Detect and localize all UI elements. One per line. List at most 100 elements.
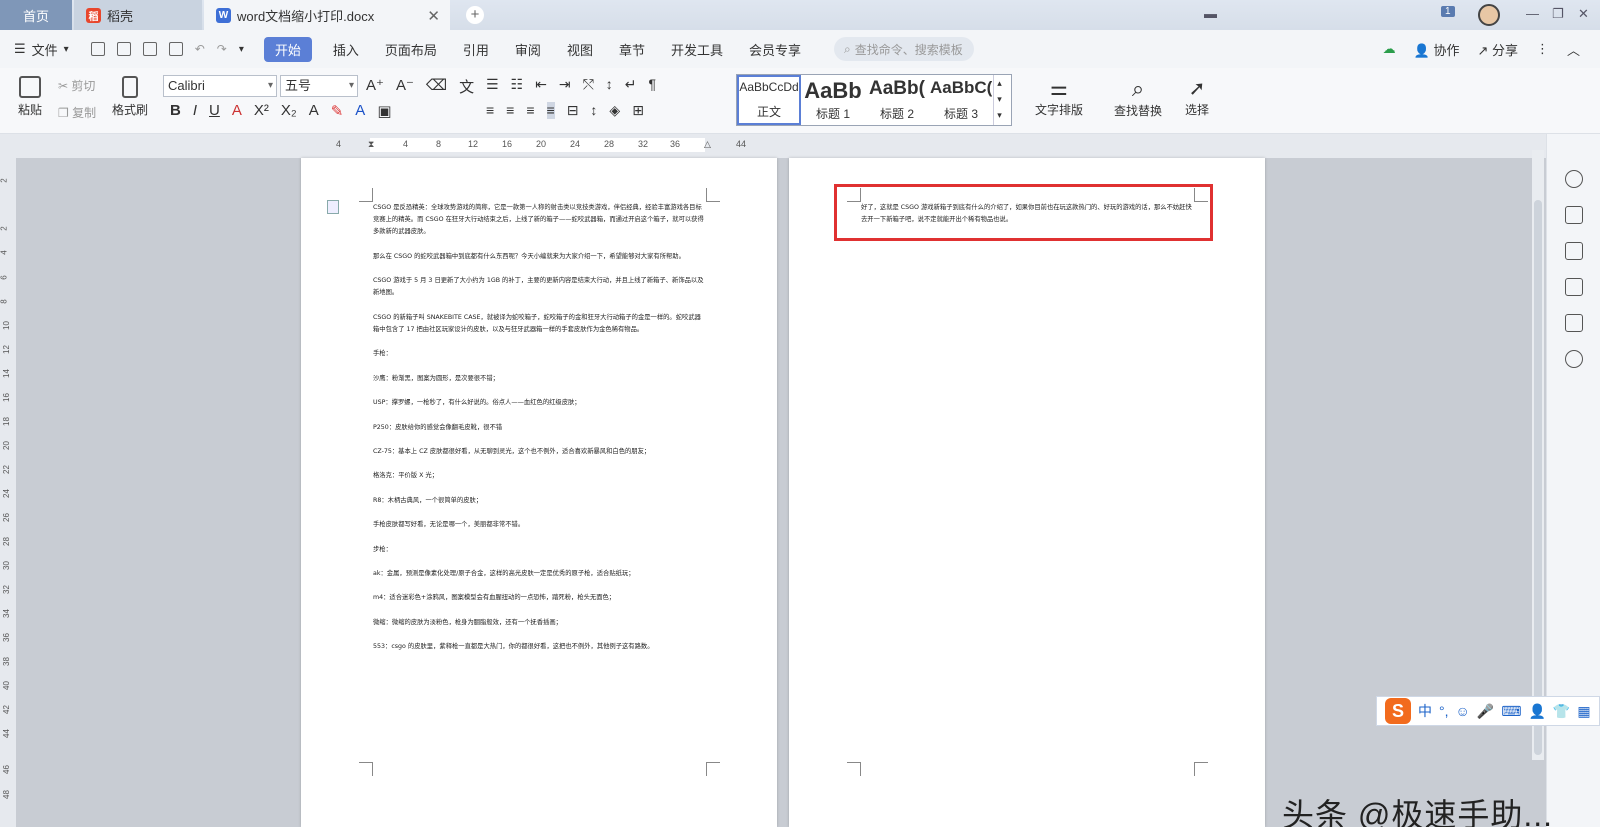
document-page-2[interactable]: 好了，这就是 CSGO 游戏新箱子到底有什么的介绍了，如果你目前也在玩这款热门的… — [789, 158, 1265, 827]
highlight-icon[interactable]: ✎ — [331, 102, 344, 120]
line-spacing-icon[interactable]: ↕ — [590, 102, 597, 119]
style-heading-1[interactable]: AaBb 标题 1 — [801, 75, 865, 125]
close-tab-icon[interactable]: ✕ — [427, 7, 440, 25]
export-icon[interactable] — [116, 42, 131, 56]
tab-home[interactable]: 首页 — [0, 0, 72, 30]
font-color-icon[interactable]: A — [355, 102, 365, 120]
tab-daoke[interactable]: 稻 稻壳 — [74, 0, 202, 30]
save-icon[interactable] — [90, 42, 105, 56]
minimize-icon[interactable]: — — [1526, 6, 1539, 21]
menu-section[interactable]: 章节 — [606, 40, 658, 59]
line-break-icon[interactable]: ↵ — [625, 76, 637, 93]
text-effect-icon[interactable]: A — [309, 102, 319, 120]
align-center-icon[interactable]: ≡ — [506, 102, 514, 119]
ime-toolbar[interactable]: S 中 °, ☺ 🎤 ⌨ 👤 👕 ▦ — [1376, 696, 1600, 726]
punctuation-icon[interactable]: °, — [1439, 703, 1449, 719]
numbered-list-icon[interactable]: ☷ — [511, 76, 524, 93]
style-normal[interactable]: AaBbCcDd 正文 — [737, 75, 801, 125]
pen-icon[interactable] — [1565, 206, 1583, 224]
menu-references[interactable]: 引用 — [450, 40, 502, 59]
clear-format-icon[interactable]: ⌫ — [426, 76, 447, 97]
customize-icon[interactable]: ▾ — [239, 44, 244, 55]
paste-button[interactable]: 粘贴 — [12, 76, 48, 118]
superscript-icon[interactable]: X² — [254, 102, 269, 120]
rocket-icon[interactable] — [1565, 170, 1583, 188]
increase-indent-icon[interactable]: ⇥ — [559, 76, 571, 93]
cloud-sync-icon[interactable]: ☁ — [1383, 41, 1396, 57]
redo-icon[interactable]: ↷ — [217, 42, 227, 56]
align-right-icon[interactable]: ≡ — [526, 102, 534, 119]
shading-icon[interactable]: ◈ — [609, 102, 620, 119]
font-name-select[interactable]: Calibri — [163, 75, 277, 97]
vertical-scrollbar[interactable] — [1532, 150, 1544, 760]
styles-scroll[interactable]: ▴ ▾ ▾ — [993, 75, 1005, 125]
close-window-icon[interactable]: ✕ — [1578, 6, 1589, 22]
help-icon[interactable] — [1565, 350, 1583, 368]
char-border-icon[interactable]: ▣ — [377, 102, 391, 120]
copy-button[interactable]: ❐ 复制 — [58, 104, 96, 121]
undo-icon[interactable]: ↶ — [195, 42, 205, 56]
menu-member[interactable]: 会员专享 — [736, 40, 814, 59]
menu-review[interactable]: 审阅 — [502, 40, 554, 59]
style-heading-3[interactable]: AaBbC( 标题 3 — [929, 75, 993, 125]
bullet-list-icon[interactable]: ☰ — [486, 76, 499, 93]
font-size-select[interactable]: 五号 — [280, 75, 358, 97]
pointer-icon[interactable] — [1565, 242, 1583, 260]
keyboard-icon[interactable]: ⌨ — [1501, 703, 1521, 720]
ruler-right-marker[interactable]: △ — [704, 139, 711, 150]
file-menu[interactable]: ☰ 文件 ▾ — [0, 40, 69, 59]
menu-insert[interactable]: 插入 — [320, 40, 372, 59]
menu-developer[interactable]: 开发工具 — [658, 40, 736, 59]
italic-icon[interactable]: I — [193, 102, 197, 120]
user-icon[interactable]: 👤 — [1528, 703, 1545, 720]
menu-page-layout[interactable]: 页面布局 — [372, 40, 450, 59]
style-heading-2[interactable]: AaBb( 标题 2 — [865, 75, 929, 125]
command-search-input[interactable]: ⌕ 查找命令、搜索模板 — [834, 37, 974, 61]
subscript-icon[interactable]: X₂ — [281, 102, 297, 120]
grow-font-icon[interactable]: A⁺ — [366, 76, 384, 97]
skin-icon[interactable]: 👕 — [1553, 703, 1570, 720]
share-button[interactable]: ↗ 分享 — [1477, 40, 1518, 59]
underline-icon[interactable]: U — [209, 102, 220, 120]
menu-home[interactable]: 开始 — [263, 36, 312, 62]
horizontal-ruler[interactable]: 4 ⧗ 4 8 12 16 20 24 28 32 36 △ 44 — [0, 134, 1600, 158]
new-tab-button[interactable]: + — [466, 6, 484, 24]
collab-button[interactable]: 👤 协作 — [1414, 40, 1460, 59]
print-icon[interactable] — [142, 42, 157, 56]
collapse-ribbon-icon[interactable]: ︿ — [1567, 40, 1580, 59]
phonetic-icon[interactable]: 文 — [459, 76, 474, 97]
toolbox-icon[interactable]: ▦ — [1577, 703, 1590, 720]
find-replace-button[interactable]: ⌕ 查找替换 — [1107, 76, 1169, 119]
chinese-layout-icon[interactable]: ⤲ — [583, 76, 594, 93]
sort-icon[interactable]: ↕ — [606, 76, 613, 93]
scrollbar-thumb[interactable] — [1534, 200, 1542, 755]
print-preview-icon[interactable] — [168, 42, 183, 56]
document-page-1[interactable]: CSGO 是反恐精英：全球攻势游戏的简称，它是一款第一人称的射击类以竞技类游戏，… — [301, 158, 777, 827]
ime-mode-label[interactable]: 中 — [1418, 701, 1432, 721]
bold-icon[interactable]: B — [170, 102, 181, 120]
shrink-font-icon[interactable]: A⁻ — [396, 76, 414, 97]
justify-icon[interactable]: ≡ — [546, 102, 555, 119]
vertical-ruler[interactable]: 2 2 4 6 8 10 12 14 16 18 20 22 24 26 28 … — [0, 140, 16, 827]
document-icon[interactable] — [327, 200, 339, 214]
avatar[interactable] — [1478, 4, 1500, 26]
text-layout-button[interactable]: ⚌ 文字排版 — [1028, 76, 1090, 118]
sliders-icon[interactable] — [1565, 278, 1583, 296]
align-left-icon[interactable]: ≡ — [486, 102, 494, 119]
cut-button[interactable]: ✂ 剪切 — [58, 77, 95, 94]
format-painter-button[interactable]: 格式刷 — [108, 76, 152, 118]
restore-icon[interactable]: ❐ — [1552, 6, 1564, 22]
decrease-indent-icon[interactable]: ⇤ — [535, 76, 547, 93]
more-icon[interactable]: ⋮ — [1536, 41, 1549, 57]
window-count-badge[interactable]: 1 — [1441, 6, 1455, 17]
page-1-body[interactable]: CSGO 是反恐精英：全球攻势游戏的简称，它是一款第一人称的射击类以竞技类游戏，… — [373, 202, 707, 665]
strikethrough-icon[interactable]: A — [232, 102, 242, 120]
tab-list-icon[interactable]: ▬ — [1204, 6, 1217, 21]
ruler-indent-marker[interactable]: ⧗ — [368, 139, 374, 150]
tab-document[interactable]: W word文档缩小打印.docx ✕ — [204, 0, 450, 30]
borders-icon[interactable]: ⊞ — [632, 102, 644, 119]
select-button[interactable]: ➚ 选择 — [1177, 76, 1217, 118]
menu-view[interactable]: 视图 — [554, 40, 606, 59]
emoji-icon[interactable]: ☺ — [1456, 703, 1470, 719]
voice-icon[interactable]: 🎤 — [1477, 703, 1494, 720]
